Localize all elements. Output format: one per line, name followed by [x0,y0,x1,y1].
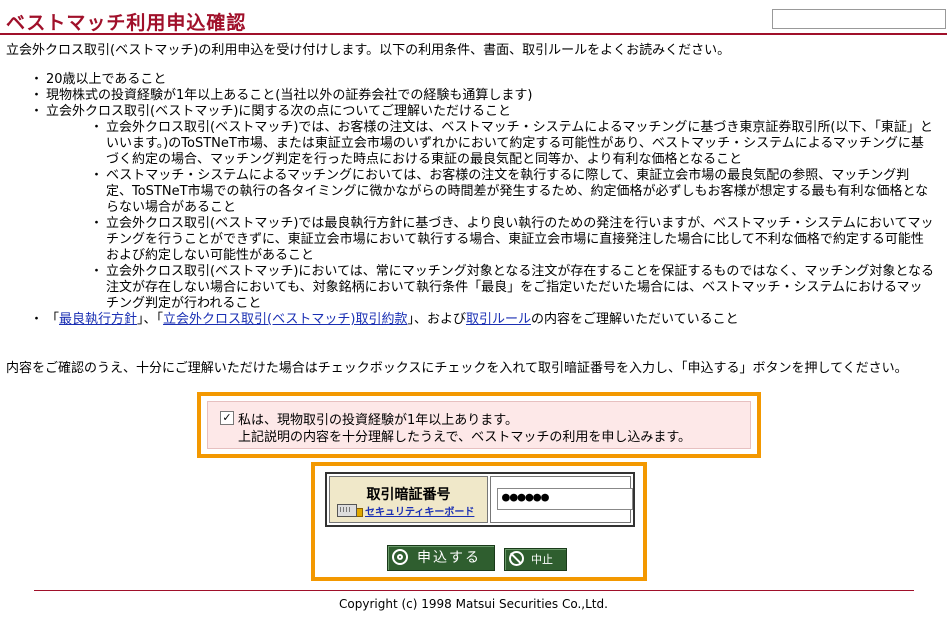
circle-icon [392,549,408,565]
keyboard-icon[interactable] [337,504,357,517]
condition-documents: 「最良執行方針」、「立会外クロス取引(ベストマッチ)取引約款」、および取引ルール… [30,312,935,328]
agreement-checkbox[interactable]: ✓ [220,411,234,425]
pin-label-cell: 取引暗証番号 セキュリティキーボード [329,476,488,523]
pin-label: 取引暗証番号 [366,487,451,503]
top-search-box[interactable] [772,9,946,29]
apply-button[interactable]: 申込する [387,545,495,571]
pin-input-cell: ●●●●●● [490,476,633,523]
agreement-panel: ✓ 私は、現物取引の投資経験が1年以上あります。 上記説明の内容を十分理解したう… [207,401,751,449]
copyright-text: Copyright (c) 1998 Matsui Securities Co.… [339,597,608,611]
intro-text: 立会外クロス取引(ベストマッチ)の利用申込を受け付けします。以下の利用条件、書面… [6,43,731,58]
docs-prefix: 「 [46,312,60,327]
bestmatch-terms-link[interactable]: 立会外クロス取引(ベストマッチ)取引約款 [163,312,407,327]
cancel-button[interactable]: 中止 [504,548,567,571]
sub-item-matching: 立会外クロス取引(ベストマッチ)では、お客様の注文は、ベストマッチ・システムによ… [90,120,935,168]
condition-understanding: 立会外クロス取引(ベストマッチ)に関する次の点についてご理解いただけること 立会… [30,104,935,312]
pin-input[interactable]: ●●●●●● [497,488,633,510]
apply-button-label: 申込する [417,550,481,566]
title-divider [0,33,947,35]
agreement-highlight: ✓ 私は、現物取引の投資経験が1年以上あります。 上記説明の内容を十分理解したう… [197,392,761,458]
pin-highlight: 取引暗証番号 セキュリティキーボード ●●●●●● 申込する 中止 [311,462,647,581]
conditions-list: 20歳以上であること 現物株式の投資経験が1年以上あること(当社以外の証券会社で… [30,72,935,328]
sub-item-timing: ベストマッチ・システムによるマッチングにおいては、お客様の注文を執行するに際して… [90,168,935,216]
trading-rules-link[interactable]: 取引ルール [466,312,531,327]
understanding-sub-list: 立会外クロス取引(ベストマッチ)では、お客様の注文は、ベストマッチ・システムによ… [46,120,935,312]
security-keyboard-link[interactable]: セキュリティキーボード [365,507,474,518]
prohibit-icon [509,551,524,566]
best-execution-policy-link[interactable]: 最良執行方針 [59,312,137,327]
cancel-button-label: 中止 [531,553,553,566]
page-title: ベストマッチ利用申込確認 [6,12,247,34]
agreement-line-2: 上記説明の内容を十分理解したうえで、ベストマッチの利用を申し込みます。 [238,430,692,445]
footer-divider [34,590,914,591]
sub-item-no-guarantee: 立会外クロス取引(ベストマッチ)においては、常にマッチング対象となる注文が存在す… [90,264,935,312]
pin-table: 取引暗証番号 セキュリティキーボード ●●●●●● [325,472,635,527]
docs-mid: 」、および [407,312,466,327]
docs-suffix: の内容をご理解いただいていること [530,312,739,327]
condition-experience: 現物株式の投資経験が1年以上あること(当社以外の証券会社での経験も通算します) [30,88,935,104]
condition-understanding-label: 立会外クロス取引(ベストマッチ)に関する次の点についてご理解いただけること [46,104,512,119]
condition-age: 20歳以上であること [30,72,935,88]
sub-item-best-execution: 立会外クロス取引(ベストマッチ)では最良執行方針に基づき、より良い執行のための発… [90,216,935,264]
docs-sep: 」、「 [137,312,164,327]
confirm-instructions: 内容をご確認のうえ、十分にご理解いただけた場合はチェックボックスにチェックを入れ… [6,361,908,376]
security-keyboard-row: セキュリティキーボード [337,503,474,518]
